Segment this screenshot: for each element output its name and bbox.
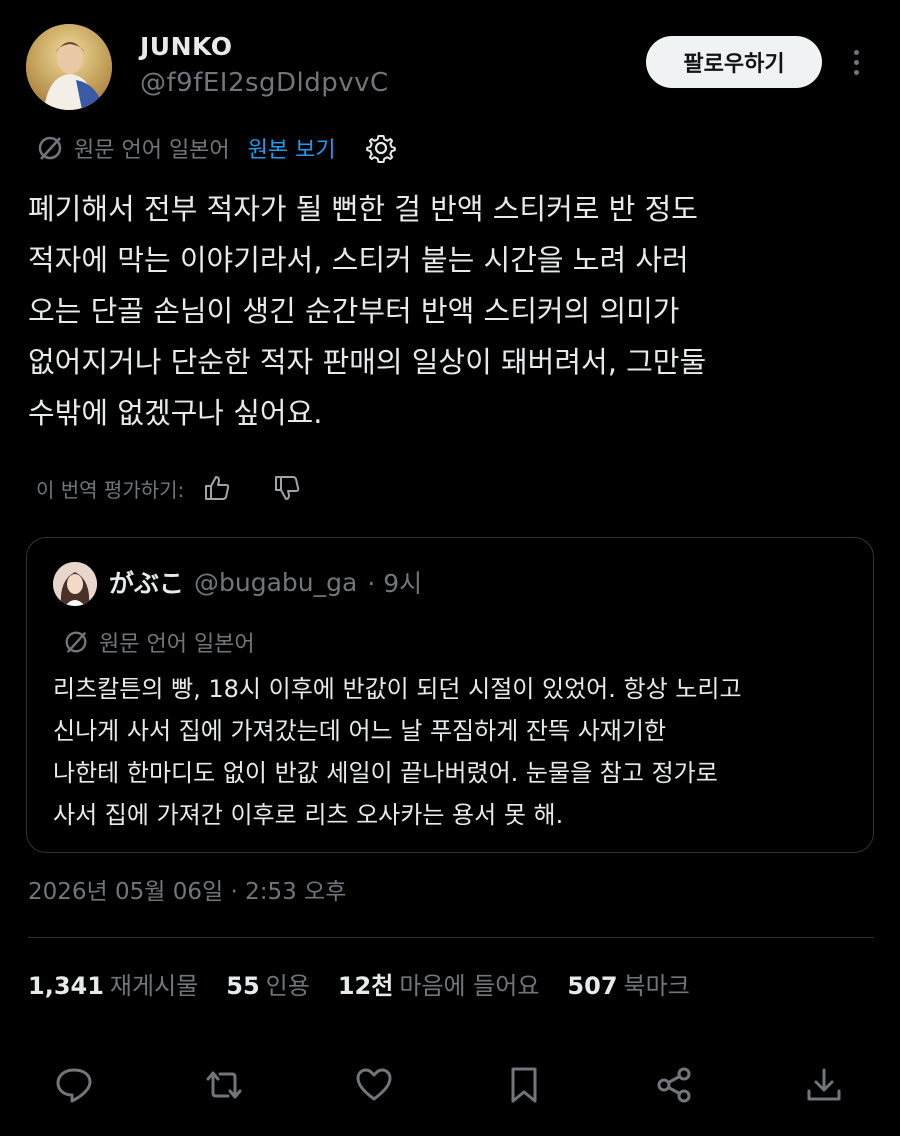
download-icon[interactable] [799, 1060, 849, 1110]
stat-label: 인용 [265, 972, 310, 1000]
divider [28, 937, 874, 938]
author-avatar[interactable] [26, 24, 112, 110]
share-icon[interactable] [649, 1060, 699, 1110]
reply-icon[interactable] [49, 1060, 99, 1110]
rate-translation-label: 이 번역 평가하기: [36, 477, 185, 502]
quoted-tweet-card[interactable]: がぶこ @bugabu_ga · 9시 원문 언어 일본어 리츠칼튼의 빵, 1… [26, 537, 874, 853]
gear-icon[interactable] [365, 133, 396, 163]
engagement-stats: 1,341 재게시물 55 인용 12천 마음에 들어요 507 북마크 [28, 966, 718, 1001]
repost-icon[interactable] [199, 1060, 249, 1110]
view-original-link[interactable]: 원본 보기 [248, 132, 336, 164]
quoted-tweet-text: 리츠칼튼의 빵, 18시 이후에 반값이 되던 시절이 있었어. 항상 노리고 … [53, 675, 742, 829]
author-display-name[interactable]: JUNKO [140, 32, 233, 61]
thumbs-up-icon[interactable] [202, 473, 232, 503]
stat-likes[interactable]: 12천 마음에 들어요 [338, 966, 540, 1001]
tweet-timestamp[interactable]: 2026년 05월 06일 · 2:53 오후 [28, 872, 346, 906]
quoted-handle[interactable]: @bugabu_ga [194, 568, 357, 597]
source-language-label: 원문 언어 일본어 [74, 138, 230, 163]
stat-quotes[interactable]: 55 인용 [226, 966, 310, 1001]
translate-icon [63, 629, 89, 655]
more-options-icon[interactable] [842, 40, 870, 84]
stat-label: 북마크 [623, 972, 690, 1000]
follow-button[interactable]: 팔로우하기 [646, 36, 822, 88]
stat-value: 55 [226, 972, 260, 1000]
quoted-translation-bar: 원문 언어 일본어 [63, 626, 255, 658]
thumbs-down-icon[interactable] [272, 473, 302, 503]
rate-translation: 이 번역 평가하기: [36, 470, 302, 506]
stat-bookmarks[interactable]: 507 북마크 [567, 966, 689, 1001]
stat-label: 마음에 들어요 [399, 972, 540, 1000]
author-handle[interactable]: @f9fEI2sgDldpvvC [140, 68, 389, 98]
quoted-author-header: がぶこ @bugabu_ga · 9시 [109, 564, 422, 600]
quoted-time: · 9시 [367, 569, 423, 598]
quoted-source-language-label: 원문 언어 일본어 [99, 632, 255, 657]
stat-value: 507 [567, 972, 618, 1000]
like-icon[interactable] [349, 1060, 399, 1110]
action-bar [0, 1060, 900, 1116]
quoted-author-avatar[interactable] [53, 562, 97, 606]
quoted-display-name[interactable]: がぶこ [109, 564, 184, 600]
translation-bar: 원문 언어 일본어 원본 보기 [36, 130, 396, 166]
stat-value: 1,341 [28, 972, 104, 1000]
stat-label: 재게시물 [109, 972, 199, 1000]
stat-reposts[interactable]: 1,341 재게시물 [28, 966, 198, 1001]
bookmark-icon[interactable] [499, 1060, 549, 1110]
translate-icon [36, 134, 64, 162]
tweet-text: 폐기해서 전부 적자가 될 뻔한 걸 반액 스티커로 반 정도 적자에 막는 이… [28, 192, 707, 430]
stat-value: 12천 [337, 972, 394, 1000]
